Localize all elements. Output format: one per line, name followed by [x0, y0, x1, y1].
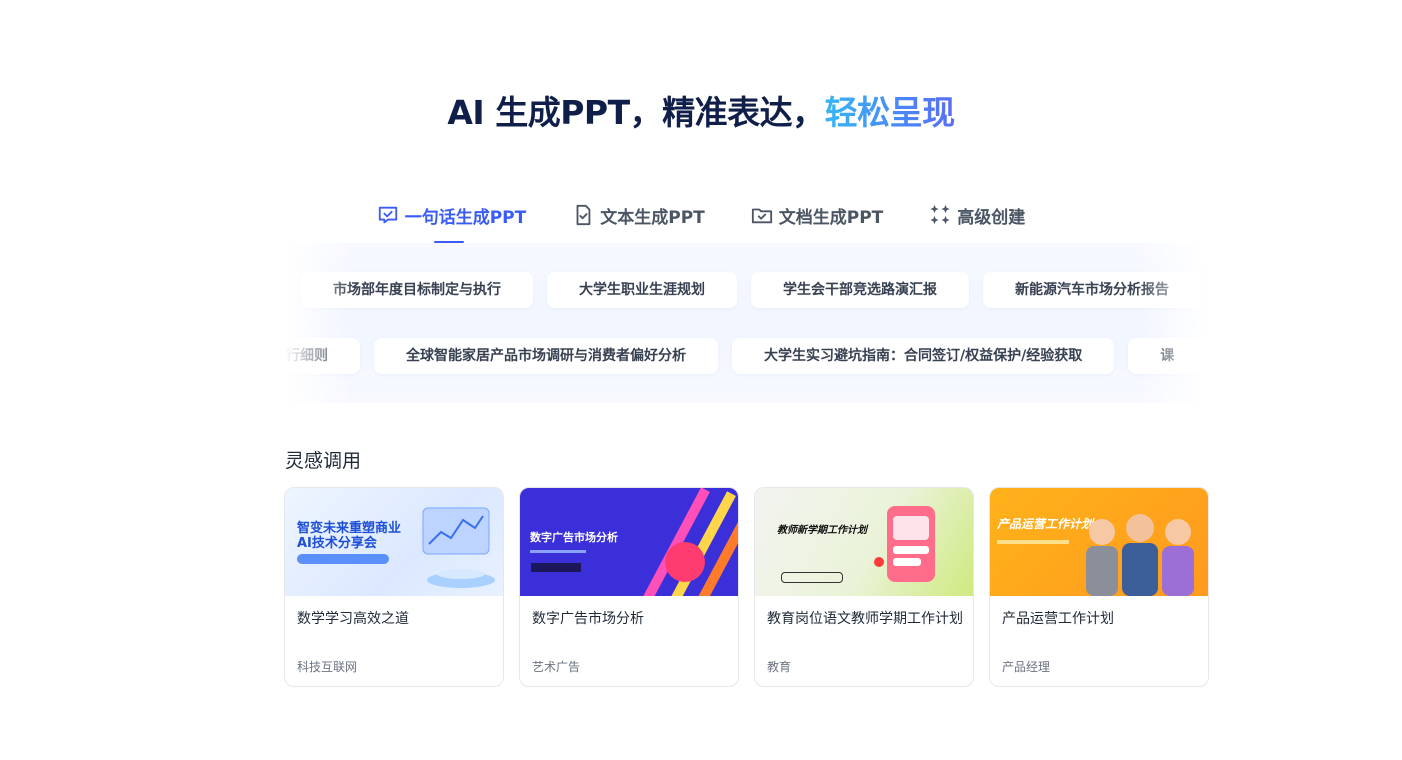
hero-title-main: AI 生成PPT，精准表达， [447, 93, 825, 132]
card-tag: 产品经理 [1002, 660, 1051, 674]
prompt-chip[interactable]: 预算执行细则 [284, 338, 360, 374]
thumbnail-decoration [997, 540, 1069, 544]
template-card[interactable]: 产品运营工作计划 产品运营工作计划 产品经理 [989, 487, 1209, 687]
prompt-row: 预算执行细则 全球智能家居产品市场调研与消费者偏好分析 大学生实习避坑指南：合同… [284, 338, 1206, 374]
card-tag: 教育 [767, 660, 792, 674]
template-thumbnail: 数字广告市场分析 [520, 488, 738, 596]
prompt-row: 市场部年度目标制定与执行 大学生职业生涯规划 学生会干部竞选路演汇报 新能源汽车… [301, 272, 1201, 308]
template-thumbnail: 教师新学期工作计划 [755, 488, 973, 596]
thumbnail-decoration [530, 550, 586, 553]
tab-advanced[interactable]: 高级创建 [929, 198, 1025, 232]
tab-one-sentence[interactable]: 一句话生成PPT [377, 198, 527, 243]
card-title: 产品运营工作计划 [1002, 611, 1114, 627]
dashboard-illustration [422, 507, 495, 588]
prompt-chip[interactable]: 学生会干部竞选路演汇报 [751, 272, 969, 308]
thumbnail-decoration [665, 542, 705, 582]
card-tag: 艺术广告 [532, 660, 581, 674]
template-card[interactable]: 教师新学期工作计划 教育岗位语文教师学期工作计划 教育 [754, 487, 974, 687]
inspiration-cards: 智变未来重塑商业 AI技术分享会 数学学习高效之道 科技互联网 数字广告市场分析… [284, 487, 1209, 687]
inspiration-title: 灵感调用 [285, 450, 362, 472]
folder-check-icon [751, 208, 772, 224]
chat-check-icon [378, 206, 397, 224]
template-card[interactable]: 智变未来重塑商业 AI技术分享会 数学学习高效之道 科技互联网 [284, 487, 504, 687]
document-check-icon [576, 204, 591, 226]
card-title: 教育岗位语文教师学期工作计划 [767, 611, 963, 627]
card-tag: 科技互联网 [297, 660, 358, 674]
prompt-chip[interactable]: 市场部年度目标制定与执行 [301, 272, 533, 308]
prompt-chip[interactable]: 大学生实习避坑指南：合同签订/权益保护/经验获取 [732, 338, 1115, 374]
thumbnail-decoration [297, 554, 389, 564]
tab-document[interactable]: 文档生成PPT [751, 198, 884, 232]
tab-label: 文档生成PPT [778, 207, 884, 228]
phone-illustration [874, 506, 935, 582]
thumbnail-title: 数字广告市场分析 [530, 531, 618, 544]
tab-label: 文本生成PPT [600, 207, 705, 228]
prompt-chip[interactable]: 大学生职业生涯规划 [547, 272, 737, 308]
prompt-chip[interactable]: 新能源汽车市场分析报告 [983, 272, 1201, 308]
thumbnail-decoration [781, 572, 843, 583]
card-title: 数字广告市场分析 [532, 611, 644, 627]
prompt-chip[interactable]: 全球智能家居产品市场调研与消费者偏好分析 [374, 338, 718, 374]
thumbnail-title: 智变未来重塑商业 AI技术分享会 [297, 521, 402, 551]
hero-title: AI 生成PPT，精准表达，轻松呈现 [0, 86, 1402, 134]
people-illustration [1086, 514, 1194, 596]
template-card[interactable]: 数字广告市场分析 数字广告市场分析 艺术广告 [519, 487, 739, 687]
template-thumbnail: 产品运营工作计划 [990, 488, 1208, 596]
tab-label: 高级创建 [957, 207, 1026, 228]
card-title: 数学学习高效之道 [297, 611, 409, 627]
template-thumbnail: 智变未来重塑商业 AI技术分享会 [285, 488, 503, 596]
prompt-chip[interactable]: 课 [1128, 338, 1206, 374]
thumbnail-title: 教师新学期工作计划 [777, 525, 867, 536]
prompt-suggestions: 市场部年度目标制定与执行 大学生职业生涯规划 学生会干部竞选路演汇报 新能源汽车… [284, 243, 1206, 403]
tab-text[interactable]: 文本生成PPT [572, 198, 705, 232]
generation-mode-tabs: 一句话生成PPT 文本生成PPT 文档生成PPT 高级创建 [0, 198, 1402, 243]
sparkle-icon [930, 204, 950, 225]
tab-label: 一句话生成PPT [404, 207, 527, 228]
hero-title-highlight: 轻松呈现 [824, 93, 956, 132]
thumbnail-decoration [531, 563, 581, 572]
